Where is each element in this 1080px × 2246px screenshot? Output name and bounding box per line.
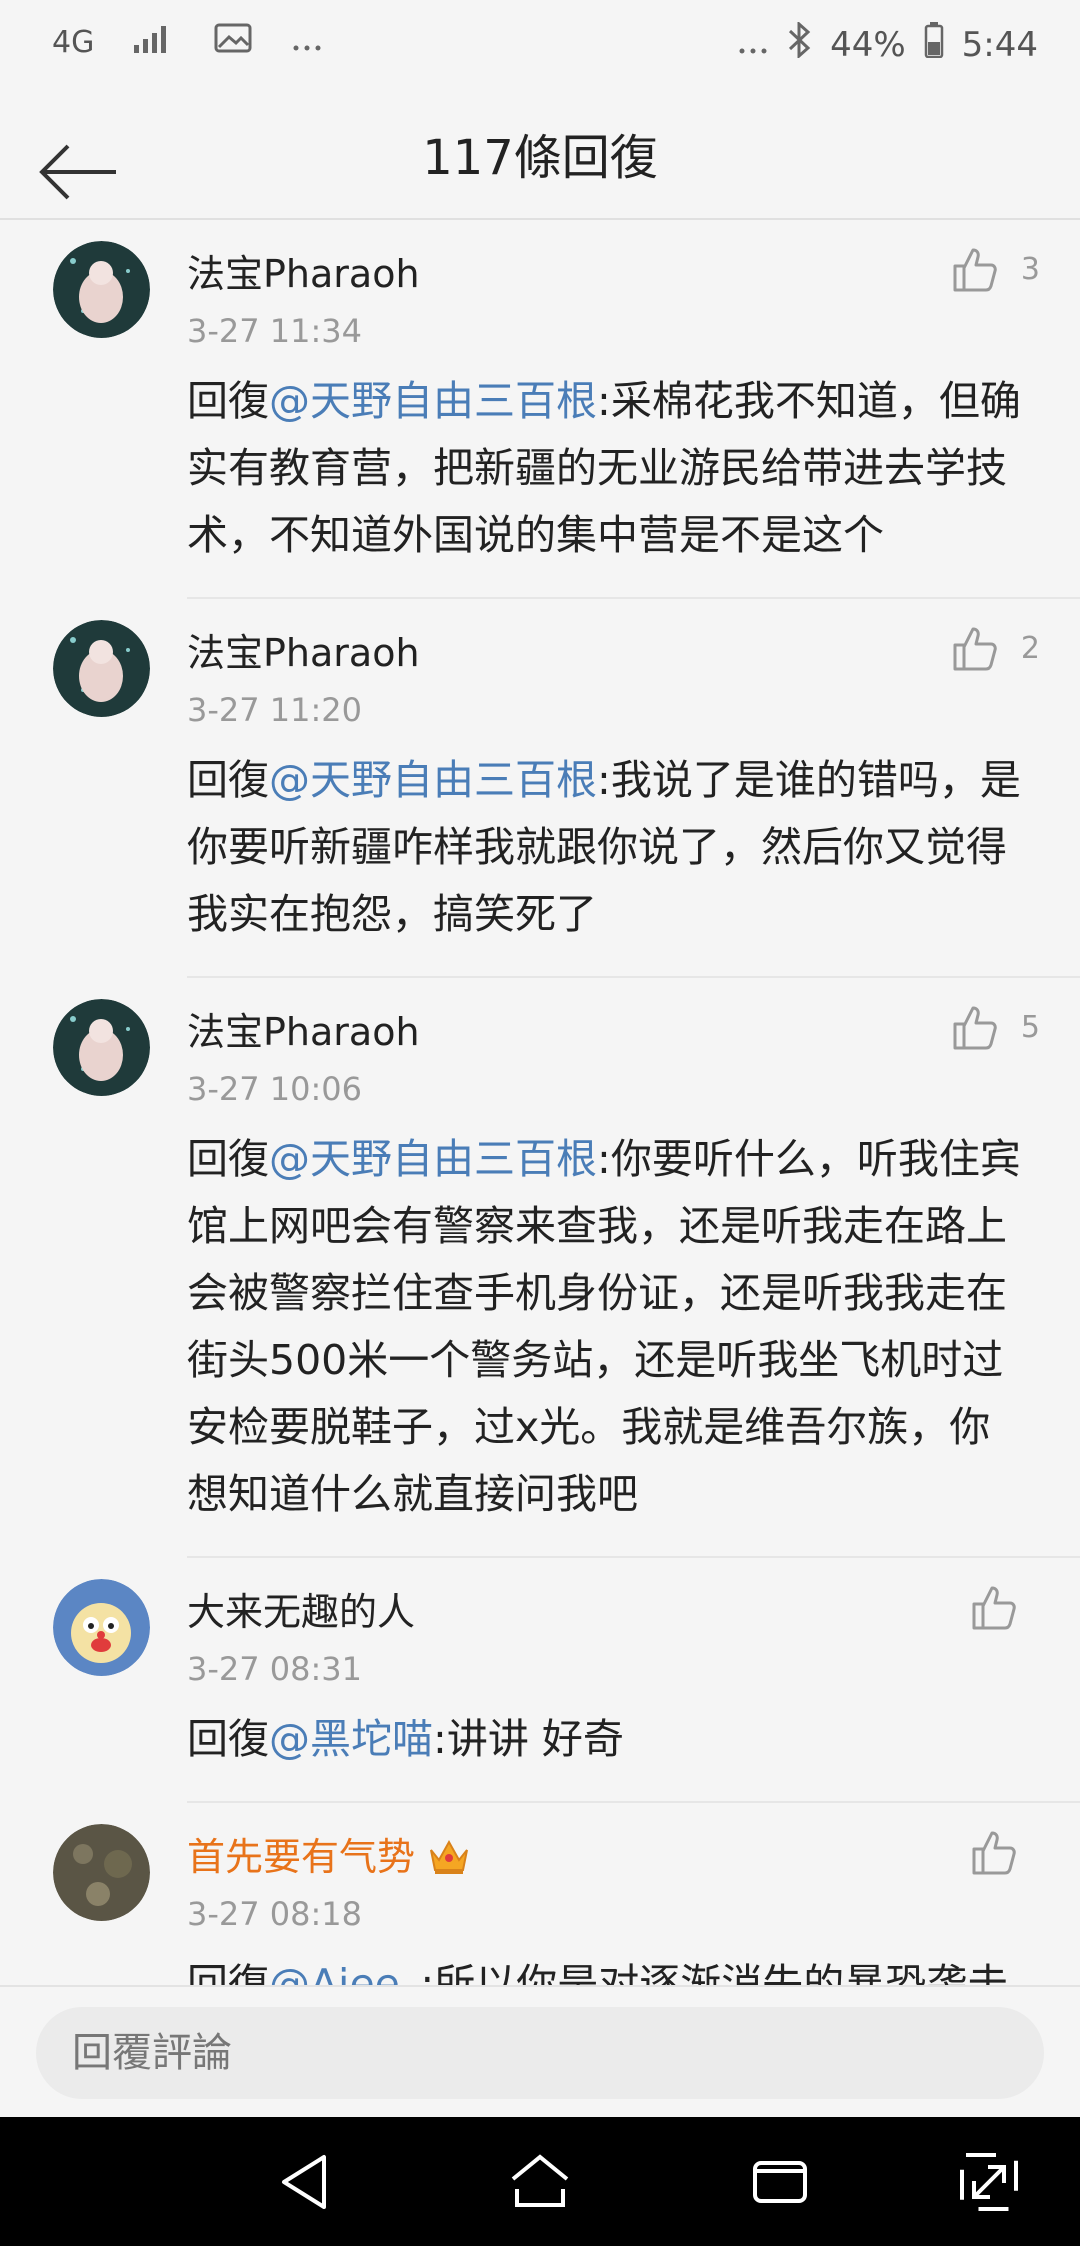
thumbs-up-icon: [953, 1006, 997, 1050]
like-button[interactable]: 3: [951, 246, 1040, 292]
like-count: 2: [1020, 630, 1040, 666]
username[interactable]: 法宝Pharaoh: [187, 625, 1030, 681]
mention-link[interactable]: @天野自由三百根: [269, 377, 597, 425]
reply-bar: 回覆評論: [0, 1985, 1080, 2119]
reply-prefix: 回復: [187, 1135, 269, 1183]
battery-percent: 44%: [830, 24, 906, 65]
reply-prefix: 回復: [187, 1715, 269, 1763]
comment-item[interactable]: 5 法宝Pharaoh 3-27 10:06 回復@天野自由三百根:你要听什么，…: [0, 978, 1080, 1556]
username[interactable]: 大来无趣的人: [187, 1584, 1030, 1640]
nav-recents-button[interactable]: [747, 2149, 813, 2215]
more-icon: [292, 22, 322, 62]
timestamp: 3-27 11:34: [187, 312, 363, 350]
system-nav-bar: [0, 2117, 1080, 2246]
thumbs-up-icon: [953, 627, 997, 671]
timestamp: 3-27 08:18: [187, 1895, 363, 1933]
image-icon: [214, 22, 252, 62]
comment-content: :所以你是对逐渐消失的暴恐袭击: [420, 1960, 1009, 1985]
reply-prefix: 回復: [187, 1960, 269, 1985]
comment-item[interactable]: 2 法宝Pharaoh 3-27 11:20 回復@天野自由三百根:我说了是谁的…: [0, 599, 1080, 976]
timestamp: 3-27 10:06: [187, 1070, 363, 1108]
username[interactable]: 法宝Pharaoh: [187, 1004, 1030, 1060]
more-icon: [738, 25, 768, 65]
like-button[interactable]: [970, 1829, 1040, 1875]
crown-icon: [427, 1835, 471, 1879]
timestamp: 3-27 08:31: [187, 1650, 363, 1688]
signal-icon: [134, 22, 174, 62]
comment-text: 回復@天野自由三百根:你要听什么，听我住宾馆上网吧会有警察来查我，还是听我走在路…: [187, 1126, 1030, 1528]
expand-icon: [960, 2153, 1018, 2211]
thumbs-up-icon: [953, 248, 997, 292]
comment-content: :你要听什么，听我住宾馆上网吧会有警察来查我，还是听我走在路上会被警察拦住查手机…: [187, 1135, 1021, 1518]
comment-item[interactable]: 首先要有气势 3-27 08:18 回復@Ajee_:所以你是对逐渐消失的暴恐袭…: [0, 1803, 1080, 1985]
comment-text: 回復@Ajee_:所以你是对逐渐消失的暴恐袭击: [187, 1951, 1030, 1985]
nav-back-button[interactable]: [276, 2149, 342, 2215]
like-button[interactable]: 2: [951, 625, 1040, 671]
nav-expand-button[interactable]: [956, 2149, 1022, 2215]
timestamp: 3-27 11:20: [187, 691, 363, 729]
like-button[interactable]: [970, 1584, 1040, 1630]
comment-text: 回復@天野自由三百根:采棉花我不知道，但确实有教育营，把新疆的无业游民给带进去学…: [187, 368, 1030, 569]
comment-text: 回復@黑坨喵:讲讲 好奇: [187, 1706, 1030, 1773]
avatar[interactable]: [53, 620, 150, 717]
battery-icon: [924, 22, 944, 67]
back-triangle-icon: [282, 2155, 326, 2209]
comment-item[interactable]: 3 法宝Pharaoh 3-27 11:34 回復@天野自由三百根:采棉花我不知…: [0, 220, 1080, 597]
mention-link[interactable]: @Ajee_: [269, 1960, 420, 1985]
mention-link[interactable]: @天野自由三百根: [269, 1135, 597, 1183]
avatar[interactable]: [53, 1579, 150, 1676]
like-count: 5: [1020, 1009, 1040, 1045]
username[interactable]: 首先要有气势: [187, 1829, 1030, 1885]
network-indicator: 4G: [52, 24, 95, 60]
comment-item[interactable]: 大来无趣的人 3-27 08:31 回復@黑坨喵:讲讲 好奇: [0, 1558, 1080, 1801]
like-button[interactable]: 5: [951, 1004, 1040, 1050]
thumbs-up-icon: [972, 1586, 1016, 1630]
mention-link[interactable]: @黑坨喵: [269, 1715, 433, 1763]
home-icon: [511, 2154, 569, 2207]
status-bar: 4G 44% 5:44: [0, 0, 1080, 90]
avatar[interactable]: [53, 1824, 150, 1921]
recents-icon: [753, 2161, 807, 2203]
username[interactable]: 法宝Pharaoh: [187, 246, 1030, 302]
nav-home-button[interactable]: [507, 2149, 573, 2215]
comment-content: :讲讲 好奇: [433, 1715, 624, 1763]
mention-link[interactable]: @天野自由三百根: [269, 756, 597, 804]
comment-list[interactable]: 3 法宝Pharaoh 3-27 11:34 回復@天野自由三百根:采棉花我不知…: [0, 220, 1080, 1985]
username-text: 首先要有气势: [187, 1835, 416, 1879]
avatar[interactable]: [53, 999, 150, 1096]
header: 117條回復: [0, 90, 1080, 220]
like-count: 3: [1020, 251, 1040, 287]
bluetooth-icon: [786, 20, 812, 67]
reply-prefix: 回復: [187, 756, 269, 804]
reply-input[interactable]: 回覆評論: [36, 2007, 1044, 2099]
comment-text: 回復@天野自由三百根:我说了是谁的错吗，是你要听新疆咋样我就跟你说了，然后你又觉…: [187, 747, 1030, 948]
reply-prefix: 回復: [187, 377, 269, 425]
thumbs-up-icon: [972, 1831, 1016, 1875]
page-title: 117條回復: [422, 130, 658, 186]
clock: 5:44: [961, 24, 1038, 65]
avatar[interactable]: [53, 241, 150, 338]
